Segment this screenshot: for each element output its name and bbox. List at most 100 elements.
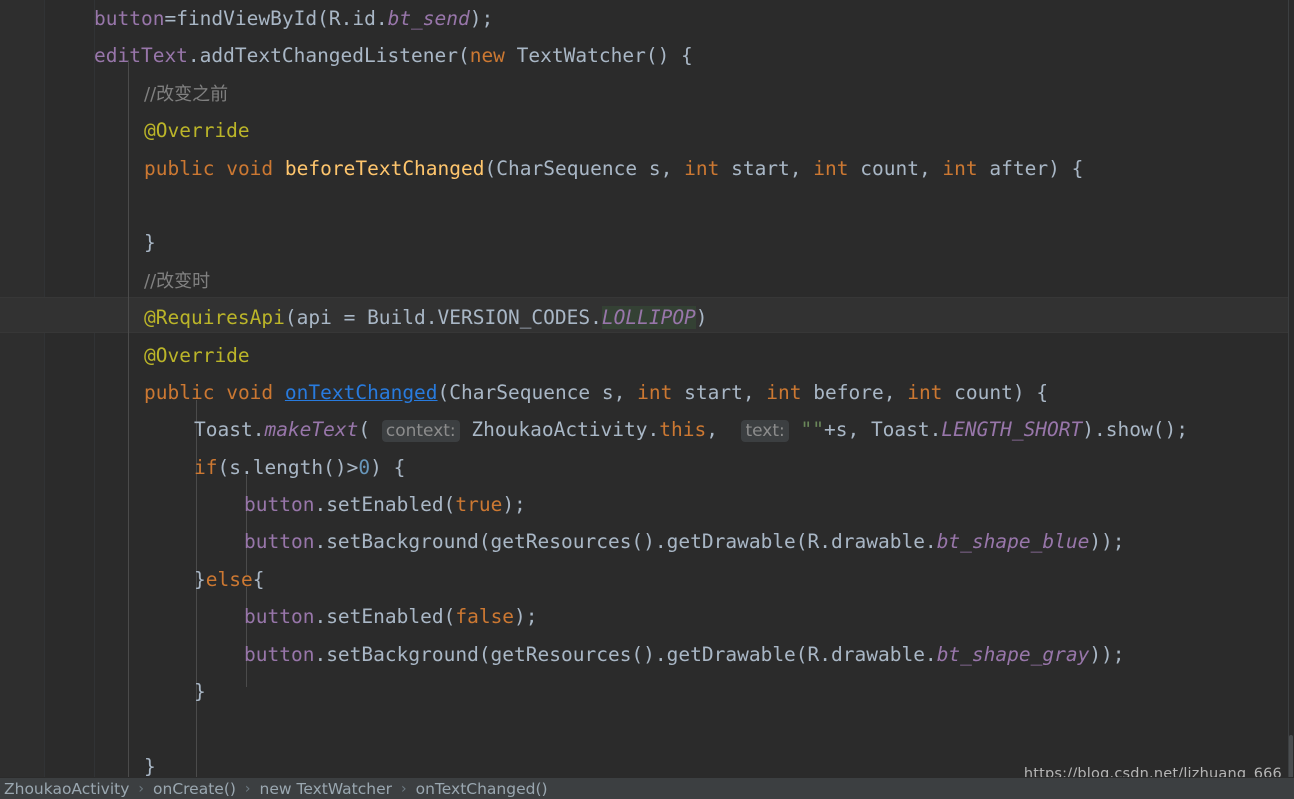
code-token: ); xyxy=(502,493,526,517)
code-token: @Override xyxy=(144,119,250,143)
code-line[interactable]: button.setBackground(getResources().getD… xyxy=(0,636,1294,673)
code-token: @RequiresApi xyxy=(144,306,285,330)
code-token: .setBackground(getResources().getDrawabl… xyxy=(314,530,937,554)
code-token: bt_shape_gray xyxy=(936,642,1090,666)
breadcrumb[interactable]: ZhoukaoActivity › onCreate() › new TextWatch… xyxy=(0,777,1294,799)
code-line[interactable]: @Override xyxy=(0,112,1294,149)
code-token: public xyxy=(144,156,215,180)
code-token: onTextChanged xyxy=(284,380,438,404)
code-token: start, xyxy=(719,156,814,180)
code-token: count, xyxy=(848,156,943,180)
chevron-right-icon: › xyxy=(401,780,407,797)
code-token: (s.length()> xyxy=(217,455,359,479)
code-token: } xyxy=(194,567,206,591)
code-line[interactable]: Toast.makeText( context: ZhoukaoActivity… xyxy=(0,411,1294,448)
code-line[interactable]: public void beforeTextChanged(CharSequen… xyxy=(0,150,1294,187)
code-line[interactable]: }else{ xyxy=(0,561,1294,598)
code-line[interactable] xyxy=(0,187,1294,224)
code-line[interactable]: } xyxy=(0,224,1294,261)
code-token: beforeTextChanged xyxy=(284,156,485,180)
code-token: button xyxy=(94,7,165,30)
breadcrumb-item[interactable]: ZhoukaoActivity xyxy=(4,780,129,798)
code-token: ) xyxy=(469,7,482,30)
code-token: int xyxy=(942,156,978,180)
breadcrumb-item[interactable]: new TextWatcher xyxy=(260,780,392,798)
code-token: )); xyxy=(1089,642,1125,666)
code-token: ).show(); xyxy=(1082,418,1188,442)
code-line[interactable]: button.setEnabled(false); xyxy=(0,598,1294,635)
code-token: before, xyxy=(801,380,908,404)
code-token: start, xyxy=(672,380,767,404)
code-line[interactable]: button.setBackground(getResources().getD… xyxy=(0,523,1294,560)
code-line[interactable]: //改变之前 xyxy=(0,75,1294,112)
code-token: public xyxy=(144,380,215,404)
code-token: ) { xyxy=(370,455,406,479)
code-line[interactable]: @Override xyxy=(0,337,1294,374)
code-token: count) { xyxy=(942,380,1049,404)
code-token: button xyxy=(244,642,315,666)
code-token: .setBackground(getResources().getDrawabl… xyxy=(314,642,937,666)
parameter-inlay-hint: text: xyxy=(741,420,789,443)
code-token: bt_shape_blue xyxy=(936,530,1090,554)
code-token: .setEnabled( xyxy=(314,493,456,517)
code-token: TextWatcher xyxy=(504,44,646,68)
code-line[interactable]: @RequiresApi(api = Build.VERSION_CODES.L… xyxy=(0,299,1294,336)
code-line[interactable]: public void onTextChanged(CharSequence s… xyxy=(0,374,1294,411)
code-token: ( xyxy=(358,418,382,442)
code-token: . xyxy=(340,7,353,30)
breadcrumb-item[interactable]: onTextChanged() xyxy=(416,780,548,798)
chevron-right-icon: › xyxy=(138,780,145,797)
code-editor-window: button=findViewById(R.id.bt_send); editTe… xyxy=(0,0,1294,799)
code-token: ( xyxy=(457,44,470,68)
code-token: void xyxy=(226,380,274,404)
code-line[interactable]: button=findViewById(R.id.bt_send); xyxy=(0,0,1294,37)
code-token: ( xyxy=(317,7,329,30)
code-token: )); xyxy=(1089,530,1125,554)
code-token: } xyxy=(144,754,156,778)
chevron-right-icon: › xyxy=(244,780,251,797)
code-token: int xyxy=(684,156,720,180)
code-token: LOLLIPOP xyxy=(601,306,696,330)
code-token: false xyxy=(455,605,515,629)
code-token: id xyxy=(352,7,376,30)
code-token: addTextChangedListener xyxy=(199,44,458,68)
code-token: LENGTH_SHORT xyxy=(941,418,1083,442)
code-token: , xyxy=(706,418,742,442)
code-token: R xyxy=(328,7,341,30)
breadcrumb-item[interactable]: onCreate() xyxy=(153,780,236,798)
code-token: after) { xyxy=(977,156,1084,180)
code-token: . xyxy=(375,7,388,30)
code-line[interactable]: editText.addTextChangedListener(new Text… xyxy=(0,37,1294,74)
code-token: void xyxy=(226,156,274,180)
code-token: else xyxy=(205,567,253,591)
code-token: } xyxy=(194,680,206,704)
code-token: . xyxy=(187,44,200,68)
code-token: @Override xyxy=(144,343,250,367)
code-token: true xyxy=(455,493,503,517)
code-token: "" xyxy=(800,418,824,442)
code-token: ZhoukaoActivity. xyxy=(459,418,660,442)
code-token: button xyxy=(244,530,315,554)
code-token: = xyxy=(164,7,177,30)
code-token: +s, Toast. xyxy=(823,418,942,442)
code-line[interactable]: if(s.length()>0) { xyxy=(0,449,1294,486)
vertical-scrollbar[interactable] xyxy=(1288,0,1294,797)
code-line[interactable]: } xyxy=(0,673,1294,710)
code-token: .setEnabled( xyxy=(314,605,456,629)
code-line[interactable] xyxy=(0,710,1294,747)
code-token: { xyxy=(252,567,265,591)
code-token: Toast. xyxy=(194,418,265,442)
code-token: ) xyxy=(695,306,708,330)
code-token: ); xyxy=(514,605,538,629)
code-token: int xyxy=(766,380,802,404)
code-line[interactable]: //改变时 xyxy=(0,262,1294,299)
code-token: bt_send xyxy=(387,7,470,30)
code-token: (api = Build.VERSION_CODES. xyxy=(284,306,602,330)
code-token: (CharSequence s, xyxy=(484,156,685,180)
code-text-area[interactable]: button=findViewById(R.id.bt_send); editTe… xyxy=(0,0,1294,778)
code-line[interactable]: button.setEnabled(true); xyxy=(0,486,1294,523)
code-token: 0 xyxy=(358,455,371,479)
